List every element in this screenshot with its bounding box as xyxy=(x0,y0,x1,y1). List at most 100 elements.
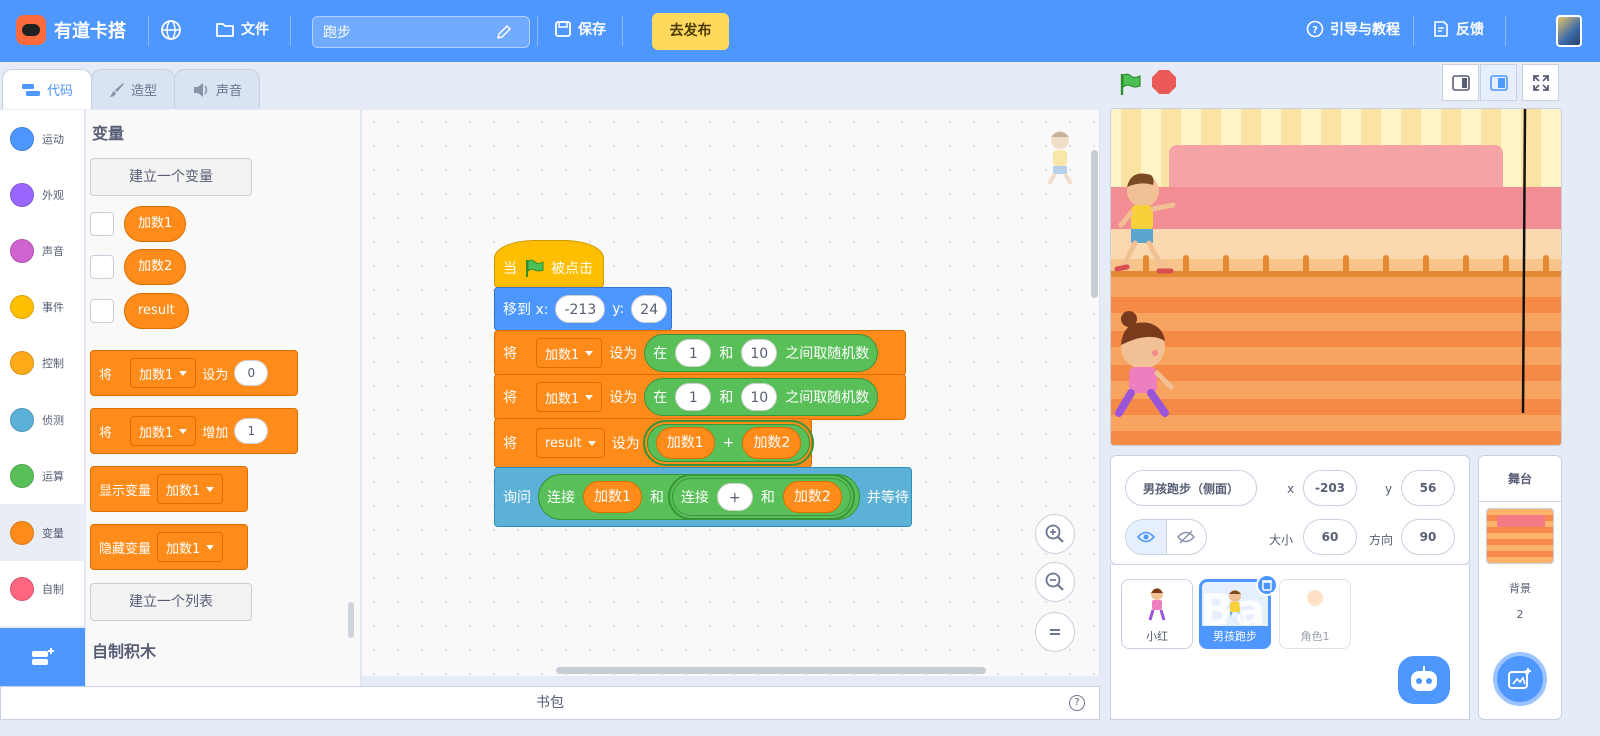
category-looks[interactable]: 外观 xyxy=(0,166,85,223)
variable-dropdown[interactable]: 加数1 xyxy=(130,358,197,388)
direction-input[interactable] xyxy=(1401,519,1455,555)
variable-reporter[interactable]: 加数1 xyxy=(124,206,187,242)
script-area[interactable]: 当 被点击 移到 x: -213 y: 24 将 加数1 设为 在 1 和 10… xyxy=(362,110,1100,676)
variable-dropdown[interactable]: 加数1 xyxy=(536,382,603,412)
variable-reporter[interactable]: 加数1 xyxy=(583,481,642,513)
show-variable-block[interactable]: 显示变量 加数1 xyxy=(90,466,248,512)
category-operators[interactable]: 运算 xyxy=(0,447,85,504)
tab-code[interactable]: 代码 xyxy=(2,69,92,109)
sprite-name-input[interactable] xyxy=(1125,470,1257,506)
language-button[interactable] xyxy=(160,19,182,41)
assistant-robot-button[interactable] xyxy=(1398,656,1450,704)
zoom-out-button[interactable] xyxy=(1035,562,1075,602)
tab-costumes[interactable]: 造型 xyxy=(91,69,175,109)
hide-variable-block[interactable]: 隐藏变量 加数1 xyxy=(90,524,248,570)
stage-panel-header: 舞台 xyxy=(1479,456,1561,502)
value-input[interactable]: 1 xyxy=(234,418,269,444)
normal-stage-button[interactable] xyxy=(1480,64,1517,101)
green-flag-button[interactable] xyxy=(1118,72,1142,96)
variable-checkbox[interactable] xyxy=(90,255,114,279)
x-input[interactable]: -213 xyxy=(555,295,606,323)
hide-sprite-button[interactable] xyxy=(1165,520,1207,554)
variable-reporter[interactable]: 加数2 xyxy=(742,427,802,459)
guide-button[interactable]: ? 引导与教程 xyxy=(1306,19,1400,39)
block-text: 设为 xyxy=(611,436,640,452)
dropdown-value: 加数1 xyxy=(166,483,201,499)
y-label: y xyxy=(1385,482,1393,496)
tab-sounds[interactable]: 声音 xyxy=(174,69,260,109)
when-flag-clicked-block[interactable]: 当 被点击 xyxy=(494,240,604,288)
to-input[interactable]: 10 xyxy=(741,339,778,367)
zoom-in-button[interactable] xyxy=(1035,514,1075,554)
value-input[interactable]: 0 xyxy=(234,360,269,386)
stage-canvas[interactable] xyxy=(1110,108,1562,446)
variable-dropdown[interactable]: 加数1 xyxy=(157,474,224,504)
make-list-button[interactable]: 建立一个列表 xyxy=(90,583,252,621)
svg-text:?: ? xyxy=(1312,25,1318,36)
add-operator[interactable]: 加数1 + 加数2 xyxy=(642,420,815,466)
ask-and-wait-block[interactable]: 询问 连接 加数1 和 连接 + 和 加数2 并等待 xyxy=(494,467,912,527)
text-input[interactable]: + xyxy=(716,483,753,511)
y-position-input[interactable] xyxy=(1401,470,1455,506)
sprite-tile[interactable]: 小红 xyxy=(1121,579,1193,649)
from-input[interactable]: 1 xyxy=(675,383,712,411)
dropdown-value: result xyxy=(545,435,582,451)
random-operator[interactable]: 在 1 和 10 之间取随机数 xyxy=(644,378,879,416)
category-motion[interactable]: 运动 xyxy=(0,110,85,167)
category-control[interactable]: 控制 xyxy=(0,334,85,391)
add-extension-button[interactable] xyxy=(0,628,85,686)
random-operator[interactable]: 在 1 和 10 之间取随机数 xyxy=(644,334,879,372)
sprite-tile[interactable]: 角色1 xyxy=(1279,579,1351,649)
size-input[interactable] xyxy=(1303,519,1357,555)
chevron-down-icon xyxy=(179,370,188,376)
user-avatar[interactable] xyxy=(1556,15,1582,47)
to-input[interactable]: 10 xyxy=(741,383,778,411)
set-variable-block[interactable]: 将 加数1 设为 在 1 和 10 之间取随机数 xyxy=(494,330,906,376)
y-input[interactable]: 24 xyxy=(631,295,668,323)
feedback-button[interactable]: 反馈 xyxy=(1432,19,1484,39)
variable-checkbox[interactable] xyxy=(90,299,114,323)
go-to-xy-block[interactable]: 移到 x: -213 y: 24 xyxy=(494,287,672,331)
change-variable-block[interactable]: 将 加数1 增加 1 xyxy=(90,408,298,454)
join-operator[interactable]: 连接 + 和 加数2 xyxy=(667,474,855,520)
x-position-input[interactable] xyxy=(1303,470,1357,506)
set-variable-block[interactable]: 将 加数1 设为 在 1 和 10 之间取随机数 xyxy=(494,374,906,420)
variable-dropdown[interactable]: 加数1 xyxy=(130,416,197,446)
publish-button[interactable]: 去发布 xyxy=(652,13,729,50)
variable-checkbox[interactable] xyxy=(90,212,114,236)
join-operator[interactable]: 连接 加数1 和 连接 + 和 加数2 xyxy=(538,474,860,520)
set-variable-block[interactable]: 将 加数1 设为 0 xyxy=(90,350,298,396)
set-variable-block[interactable]: 将 result 设为 加数1 + 加数2 xyxy=(494,418,815,468)
help-icon[interactable]: ? xyxy=(1069,695,1085,711)
file-menu[interactable]: 文件 xyxy=(215,19,269,39)
stop-button[interactable] xyxy=(1152,70,1176,94)
variable-reporter[interactable]: result xyxy=(124,293,189,329)
category-my-blocks[interactable]: 自制 xyxy=(0,560,85,617)
category-variables[interactable]: 变量 xyxy=(0,504,85,561)
script-horizontal-scrollbar[interactable] xyxy=(556,667,986,674)
script-vertical-scrollbar[interactable] xyxy=(1091,150,1098,298)
add-sprite-button[interactable] xyxy=(1493,652,1547,706)
palette-scrollbar[interactable] xyxy=(348,602,354,638)
backdrop-thumbnail xyxy=(1486,508,1554,564)
zoom-reset-button[interactable] xyxy=(1035,612,1075,652)
variable-dropdown[interactable]: result xyxy=(536,428,605,458)
variable-reporter[interactable]: 加数2 xyxy=(782,481,842,513)
category-sensing[interactable]: 侦测 xyxy=(0,391,85,448)
category-events[interactable]: 事件 xyxy=(0,278,85,335)
variable-dropdown[interactable]: 加数1 xyxy=(536,338,603,368)
save-button[interactable]: 保存 xyxy=(554,19,606,39)
category-sound[interactable]: 声音 xyxy=(0,222,85,279)
variable-dropdown[interactable]: 加数1 xyxy=(157,532,224,562)
app-logo[interactable]: 有道卡搭 xyxy=(16,15,126,45)
backpack-bar[interactable]: 书包 ? xyxy=(0,686,1100,720)
block-palette: 变量 建立一个变量 加数1 加数2 result 将 加数1 设为 0 将 加数… xyxy=(86,110,361,686)
make-variable-button[interactable]: 建立一个变量 xyxy=(90,158,252,196)
small-stage-button[interactable] xyxy=(1442,64,1479,101)
fullscreen-button[interactable] xyxy=(1522,64,1559,101)
variable-reporter[interactable]: 加数1 xyxy=(655,427,715,459)
chevron-down-icon xyxy=(206,544,215,550)
variable-reporter[interactable]: 加数2 xyxy=(124,249,187,285)
show-sprite-button[interactable] xyxy=(1126,520,1166,554)
from-input[interactable]: 1 xyxy=(675,339,712,367)
